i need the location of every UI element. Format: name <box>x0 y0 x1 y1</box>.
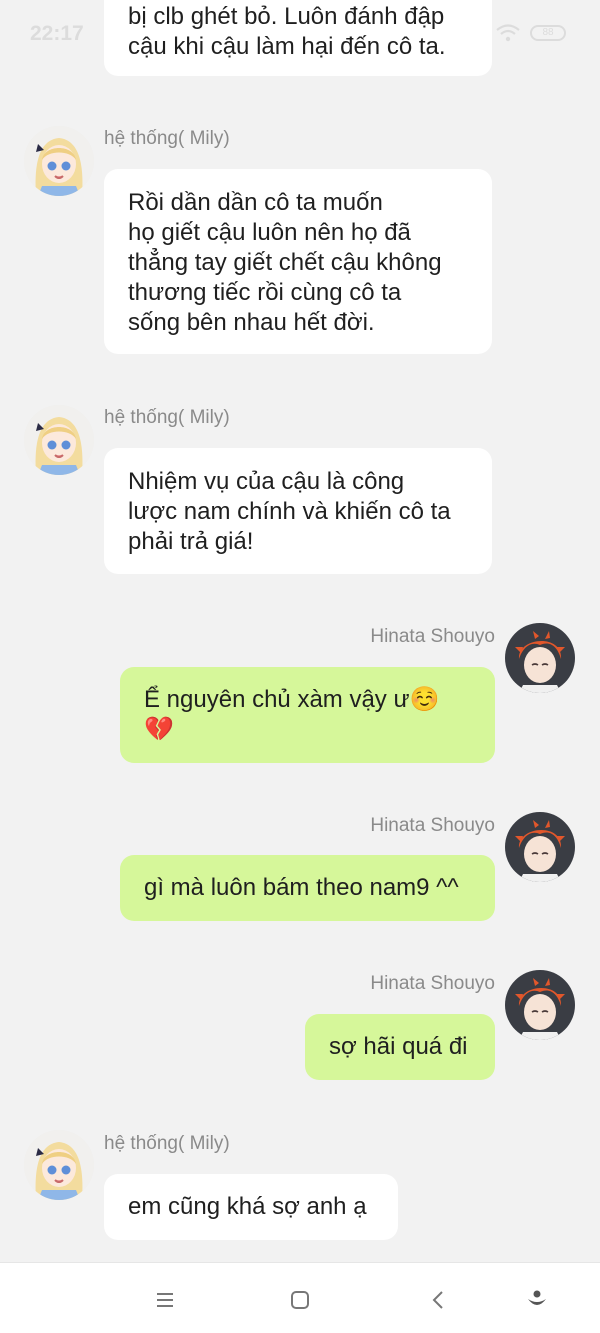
status-bar: 22:17 88 <box>0 0 600 70</box>
message-bubble[interactable]: Ể nguyên chủ xàm vậy ư☺️ 💔 <box>120 667 495 763</box>
message-text: em cũng khá sợ anh ạ <box>128 1193 367 1220</box>
navigation-bar <box>0 1262 600 1333</box>
status-time: 22:17 <box>30 22 84 45</box>
home-button[interactable] <box>280 1283 320 1317</box>
chat-area[interactable]: bị clb ghét bỏ. Luôn đánh đập cậu khi cậ… <box>0 0 600 1262</box>
menu-icon <box>157 1293 173 1307</box>
battery-icon: 88 <box>530 25 566 41</box>
sender-name: hệ thống( Mily) <box>104 128 230 149</box>
message-bubble[interactable]: Rồi dần dần cô ta muốn họ giết cậu luôn … <box>104 169 492 354</box>
message-bubble[interactable]: sợ hãi quá đi <box>305 1014 495 1080</box>
avatar[interactable] <box>505 812 575 882</box>
avatar[interactable] <box>24 1130 94 1200</box>
back-button[interactable] <box>418 1283 458 1317</box>
back-chevron-icon <box>432 1291 443 1309</box>
assistant-button[interactable] <box>517 1283 557 1317</box>
avatar[interactable] <box>505 970 575 1040</box>
orange-hair-boy-avatar-image <box>505 970 575 1040</box>
sender-name: Hinata Shouyo <box>370 626 495 647</box>
sender-name: Hinata Shouyo <box>370 815 495 836</box>
message-bubble[interactable]: Nhiệm vụ của cậu là công lược nam chính … <box>104 448 492 574</box>
sender-name: hệ thống( Mily) <box>104 1133 230 1154</box>
message-bubble[interactable]: em cũng khá sợ anh ạ <box>104 1174 398 1240</box>
message-text: Ể nguyên chủ xàm vậy ư☺️ 💔 <box>144 686 440 743</box>
avatar[interactable] <box>24 126 94 196</box>
message-text: Rồi dần dần cô ta muốn họ giết cậu luôn … <box>128 189 442 336</box>
orange-hair-boy-avatar-image <box>505 812 575 882</box>
status-icons: 88 <box>496 24 566 42</box>
blonde-anime-girl-avatar-image <box>24 1130 94 1200</box>
menu-button[interactable] <box>145 1283 185 1317</box>
sender-name: hệ thống( Mily) <box>104 407 230 428</box>
avatar[interactable] <box>24 405 94 475</box>
message-text: gì mà luôn bám theo nam9 ^^ <box>144 874 459 901</box>
message-bubble[interactable]: gì mà luôn bám theo nam9 ^^ <box>120 855 495 921</box>
home-square-icon <box>291 1291 309 1309</box>
message-text: Nhiệm vụ của cậu là công lược nam chính … <box>128 468 451 555</box>
message-text: sợ hãi quá đi <box>329 1033 468 1060</box>
orange-hair-boy-avatar-image <box>505 623 575 693</box>
blonde-anime-girl-avatar-image <box>24 405 94 475</box>
wifi-icon <box>496 24 520 42</box>
sender-name: Hinata Shouyo <box>370 973 495 994</box>
blonde-anime-girl-avatar-image <box>24 126 94 196</box>
assistant-icon <box>528 1290 546 1305</box>
avatar[interactable] <box>505 623 575 693</box>
